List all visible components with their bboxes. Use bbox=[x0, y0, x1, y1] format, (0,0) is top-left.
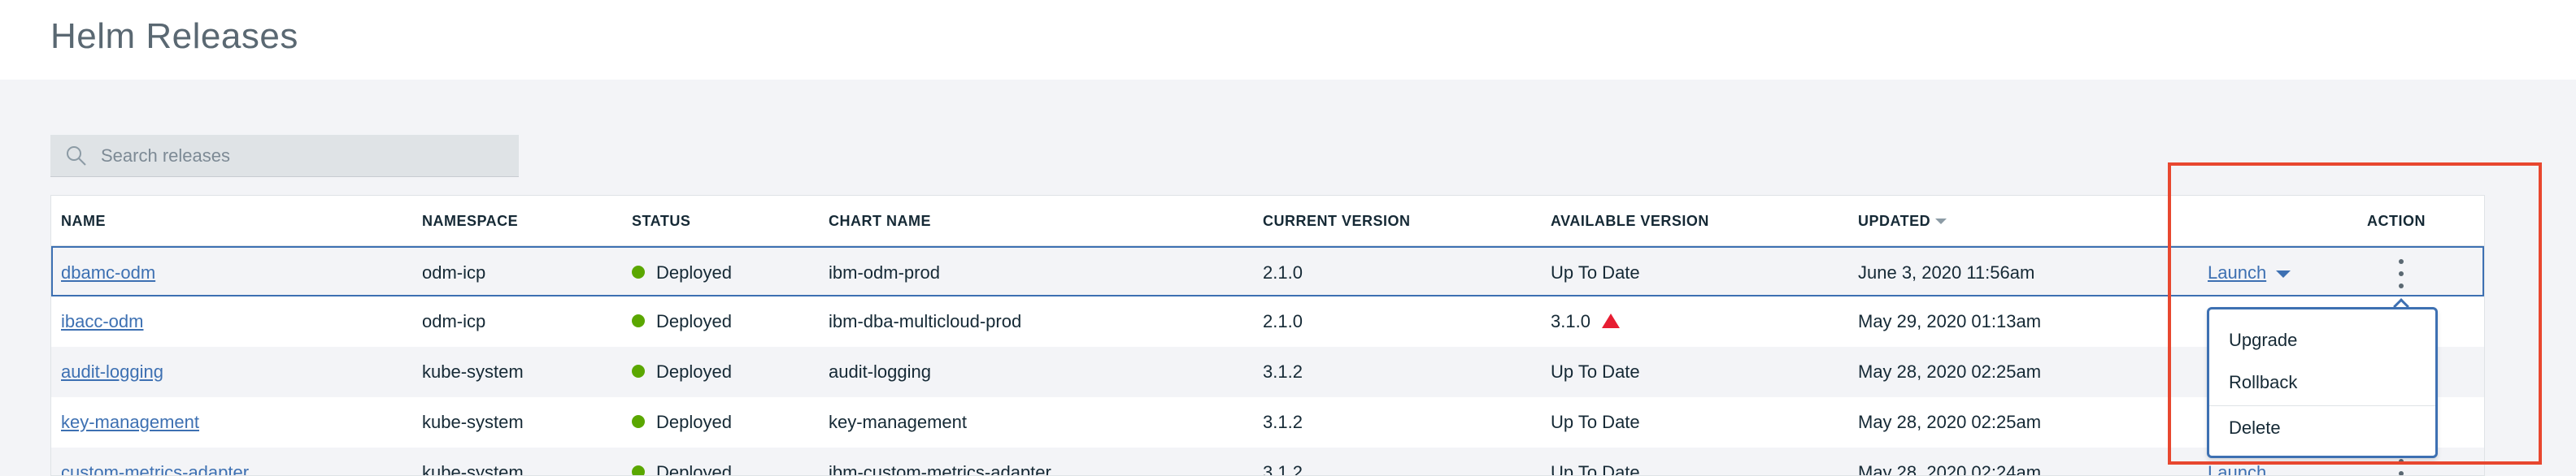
available-version-cell: Up To Date bbox=[1551, 262, 1640, 283]
overflow-menu-icon[interactable] bbox=[2393, 259, 2409, 288]
status-deployed-icon bbox=[632, 365, 645, 379]
available-version-cell: 3.1.0 bbox=[1551, 296, 1620, 347]
current-version-cell: 2.1.0 bbox=[1263, 262, 1303, 283]
available-version-cell: Up To Date bbox=[1551, 462, 1640, 476]
warning-triangle-icon bbox=[1601, 314, 1620, 329]
status-cell: Deployed bbox=[632, 296, 732, 347]
search-input[interactable] bbox=[101, 135, 507, 177]
search-bar[interactable] bbox=[50, 135, 519, 177]
column-header-status[interactable]: STATUS bbox=[632, 196, 690, 246]
updated-cell: May 28, 2020 02:24am bbox=[1858, 462, 2042, 476]
menu-item-upgrade[interactable]: Upgrade bbox=[2209, 319, 2435, 361]
current-version-cell: 3.1.2 bbox=[1263, 462, 1303, 476]
status-cell: Deployed bbox=[632, 397, 732, 448]
status-cell: Deployed bbox=[632, 248, 732, 298]
namespace-cell: odm-icp bbox=[422, 311, 486, 331]
chart-name-cell: key-management bbox=[829, 412, 967, 432]
release-name-link[interactable]: custom-metrics-adapter bbox=[61, 448, 249, 475]
status-label: Deployed bbox=[656, 262, 732, 283]
current-version-cell: 3.1.2 bbox=[1263, 361, 1303, 382]
namespace-cell: kube-system bbox=[422, 361, 524, 382]
updated-cell: May 28, 2020 02:25am bbox=[1858, 361, 2042, 382]
status-cell: Deployed bbox=[632, 347, 732, 397]
status-label: Deployed bbox=[656, 311, 732, 331]
overflow-menu-icon[interactable] bbox=[2393, 459, 2409, 475]
available-version-label: 3.1.0 bbox=[1551, 311, 1590, 331]
release-name-link[interactable]: key-management bbox=[61, 397, 199, 448]
available-version-cell: Up To Date bbox=[1551, 361, 1640, 382]
menu-item-rollback[interactable]: Rollback bbox=[2209, 361, 2435, 404]
table-row[interactable]: custom-metrics-adapter kube-system Deplo… bbox=[51, 448, 2484, 476]
column-header-namespace[interactable]: NAMESPACE bbox=[422, 196, 518, 246]
status-deployed-icon bbox=[632, 314, 645, 328]
page-title: Helm Releases bbox=[50, 16, 298, 56]
column-header-name[interactable]: NAME bbox=[61, 196, 106, 246]
releases-table: NAME NAMESPACE STATUS CHART NAME CURRENT… bbox=[50, 195, 2485, 476]
column-header-updated-label: UPDATED bbox=[1858, 213, 1931, 229]
namespace-cell: odm-icp bbox=[422, 262, 486, 283]
chart-name-cell: ibm-odm-prod bbox=[829, 262, 940, 283]
chart-name-cell: ibm-custom-metrics-adapter bbox=[829, 462, 1051, 476]
column-header-available-version[interactable]: AVAILABLE VERSION bbox=[1551, 196, 1709, 246]
column-header-action: ACTION bbox=[2367, 213, 2426, 229]
table-row[interactable]: ibacc-odm odm-icp Deployed ibm-dba-multi… bbox=[51, 296, 2484, 347]
chart-name-cell: audit-logging bbox=[829, 361, 931, 382]
chevron-down-icon bbox=[2276, 270, 2291, 278]
table-row[interactable]: dbamc-odm odm-icp Deployed ibm-odm-prod … bbox=[51, 246, 2484, 296]
status-cell: Deployed bbox=[632, 448, 732, 476]
menu-divider bbox=[2209, 405, 2435, 406]
current-version-cell: 3.1.2 bbox=[1263, 412, 1303, 432]
available-version-cell: Up To Date bbox=[1551, 412, 1640, 432]
column-header-chart-name[interactable]: CHART NAME bbox=[829, 196, 931, 246]
launch-link[interactable]: Launch bbox=[2208, 248, 2291, 298]
status-label: Deployed bbox=[656, 361, 732, 382]
column-header-current-version[interactable]: CURRENT VERSION bbox=[1263, 196, 1411, 246]
chart-name-cell: ibm-dba-multicloud-prod bbox=[829, 311, 1022, 331]
release-name-link[interactable]: audit-logging bbox=[61, 347, 163, 397]
status-deployed-icon bbox=[632, 465, 645, 475]
search-icon bbox=[67, 146, 86, 166]
table-row[interactable]: audit-logging kube-system Deployed audit… bbox=[51, 347, 2484, 397]
status-deployed-icon bbox=[632, 415, 645, 429]
release-name-link[interactable]: ibacc-odm bbox=[61, 296, 143, 347]
sort-descending-icon bbox=[1935, 218, 1947, 224]
action-overflow-menu: Upgrade Rollback Delete bbox=[2207, 307, 2438, 458]
release-name-link[interactable]: dbamc-odm bbox=[61, 248, 155, 298]
updated-cell: June 3, 2020 11:56am bbox=[1858, 262, 2035, 283]
status-label: Deployed bbox=[656, 412, 732, 432]
status-label: Deployed bbox=[656, 462, 732, 476]
updated-cell: May 29, 2020 01:13am bbox=[1858, 311, 2042, 331]
namespace-cell: kube-system bbox=[422, 412, 524, 432]
status-deployed-icon bbox=[632, 266, 645, 279]
updated-cell: May 28, 2020 02:25am bbox=[1858, 412, 2042, 432]
menu-item-delete[interactable]: Delete bbox=[2209, 407, 2435, 449]
table-header: NAME NAMESPACE STATUS CHART NAME CURRENT… bbox=[51, 196, 2484, 246]
launch-label: Launch bbox=[2208, 262, 2267, 283]
column-header-updated[interactable]: UPDATED bbox=[1858, 196, 1947, 246]
namespace-cell: kube-system bbox=[422, 462, 524, 476]
table-row[interactable]: key-management kube-system Deployed key-… bbox=[51, 397, 2484, 448]
page-header: Helm Releases bbox=[0, 0, 2576, 80]
current-version-cell: 2.1.0 bbox=[1263, 311, 1303, 331]
